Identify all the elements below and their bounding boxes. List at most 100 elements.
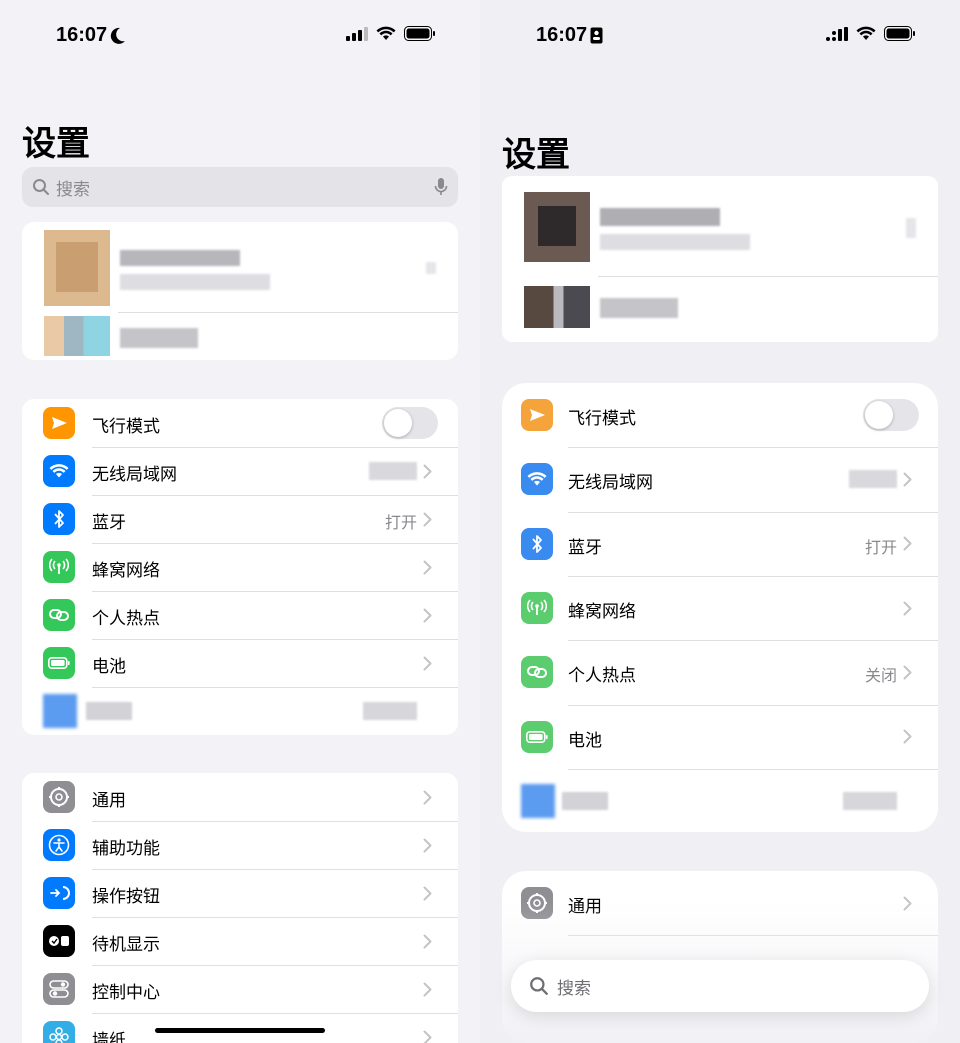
- account-card[interactable]: [22, 222, 458, 360]
- settings-row-label: 飞行模式: [568, 409, 636, 430]
- battery-icon: [43, 647, 75, 679]
- settings-row-battery[interactable]: 电池: [502, 705, 938, 769]
- status-time: 16:07: [536, 24, 588, 46]
- settings-row-cellular[interactable]: 蜂窝网络: [502, 576, 938, 640]
- chevron-right-icon: [423, 512, 437, 528]
- settings-row-bluetooth[interactable]: 蓝牙 打开: [502, 512, 938, 576]
- settings-row-cellular[interactable]: 蜂窝网络: [22, 543, 458, 591]
- chevron-right-icon: [423, 608, 437, 624]
- settings-old-ui: 16:07 设置 搜索 飞行模式 无线局域网 蓝牙 打开 蜂窝网络 个人热点 电池 通用 辅助…: [0, 0, 480, 1043]
- settings-row-control-center[interactable]: 控制中心: [22, 965, 458, 1013]
- settings-row-label: 蓝牙: [568, 537, 602, 558]
- family-label-redacted: [120, 328, 198, 348]
- chevron-right-icon: [423, 790, 437, 806]
- family-avatars[interactable]: [44, 316, 110, 356]
- badge-icon: [590, 27, 603, 44]
- moon-icon: [110, 27, 126, 44]
- wifi-icon: [521, 463, 553, 496]
- settings-row-label: 待机显示: [92, 935, 160, 955]
- status-bar: 16:07: [480, 22, 960, 50]
- settings-row-action-button[interactable]: 操作按钮: [22, 869, 458, 917]
- settings-row-redacted[interactable]: [502, 769, 938, 832]
- search-field[interactable]: 搜索: [22, 167, 458, 207]
- cellular-icon: [43, 551, 75, 583]
- account-card[interactable]: [502, 176, 938, 342]
- settings-row-redacted[interactable]: [22, 687, 458, 735]
- status-time: 16:07: [56, 24, 108, 46]
- settings-row-label: 无线局域网: [568, 473, 653, 494]
- separator: [118, 312, 458, 313]
- chevron-right-icon: [903, 536, 917, 552]
- settings-row-label: 蜂窝网络: [568, 602, 636, 623]
- settings-row-label: 墙纸: [92, 1031, 126, 1043]
- chevron-right-icon: [423, 656, 437, 672]
- accessibility-icon: [43, 829, 75, 861]
- redacted-icon: [521, 783, 555, 818]
- family-label-redacted: [600, 298, 678, 318]
- control-center-icon: [43, 973, 75, 1005]
- settings-row-label: 无线局域网: [92, 465, 177, 485]
- status-icons: [826, 26, 916, 41]
- chevron-right-icon: [423, 934, 437, 950]
- settings-row-hotspot[interactable]: 个人热点 关闭: [502, 640, 938, 704]
- chevron-right-icon: [903, 601, 917, 617]
- settings-row-value: 关闭: [864, 666, 897, 686]
- family-avatars[interactable]: [524, 286, 590, 328]
- chevron-right-icon: [423, 982, 437, 998]
- status-time-group: 16:07: [56, 24, 126, 47]
- wifi-network-redacted: [849, 470, 897, 489]
- airplane-icon: [43, 407, 75, 439]
- toggle-knob: [384, 409, 412, 437]
- settings-row-accessibility[interactable]: 辅助功能: [22, 821, 458, 869]
- wifi-status-icon: [376, 26, 396, 40]
- status-icons: [346, 26, 436, 41]
- status-time-group: 16:07: [536, 24, 603, 47]
- settings-row-airplane[interactable]: 飞行模式: [22, 399, 458, 447]
- search-placeholder: 搜索: [56, 179, 90, 200]
- bluetooth-icon: [521, 527, 553, 560]
- settings-row-battery[interactable]: 电池: [22, 639, 458, 687]
- settings-row-value: 打开: [384, 513, 417, 532]
- settings-row-label: 个人热点: [92, 609, 160, 629]
- hotspot-icon: [521, 656, 553, 689]
- search-icon: [33, 179, 49, 195]
- chevron-right-icon: [423, 560, 437, 576]
- settings-row-standby[interactable]: 待机显示: [22, 917, 458, 965]
- wallpaper-icon: [43, 1021, 75, 1043]
- settings-row-label: 电池: [568, 730, 602, 751]
- account-chevron-redacted: [426, 262, 436, 274]
- settings-row-label: 通用: [92, 791, 126, 811]
- cellular-icon: [521, 592, 553, 625]
- settings-row-label: 控制中心: [92, 983, 160, 1003]
- settings-row-gear[interactable]: 通用: [22, 773, 458, 821]
- action-button-icon: [43, 877, 75, 909]
- settings-row-label: 蜂窝网络: [92, 561, 160, 581]
- settings-row-label: 辅助功能: [92, 839, 160, 859]
- chevron-right-icon: [903, 665, 917, 681]
- redacted-value: [363, 702, 417, 720]
- general-group: 通用辅助功能操作按钮待机显示控制中心墙纸: [22, 773, 458, 1043]
- account-detail-redacted: [120, 274, 270, 290]
- signal-icon: [826, 26, 848, 41]
- airplane-mode-toggle[interactable]: [863, 399, 919, 432]
- settings-row-bluetooth[interactable]: 蓝牙 打开: [22, 495, 458, 543]
- redacted-label: [562, 791, 608, 810]
- chevron-right-icon: [423, 1030, 437, 1043]
- home-indicator: [155, 1028, 325, 1033]
- settings-row-hotspot[interactable]: 个人热点: [22, 591, 458, 639]
- battery-icon: [521, 720, 553, 753]
- microphone-icon[interactable]: [434, 177, 448, 197]
- floating-search-bar[interactable]: 搜索: [511, 960, 929, 1012]
- settings-row-value: 打开: [864, 537, 897, 557]
- redacted-icon: [43, 694, 77, 728]
- search-icon: [530, 977, 548, 995]
- wifi-network-redacted: [369, 462, 417, 480]
- status-bar: 16:07: [0, 22, 480, 50]
- airplane-mode-toggle[interactable]: [382, 407, 438, 439]
- settings-row-wifi[interactable]: 无线局域网: [22, 447, 458, 495]
- chevron-right-icon: [423, 886, 437, 902]
- settings-row-label: 个人热点: [568, 666, 636, 687]
- settings-row-airplane[interactable]: 飞行模式: [502, 383, 938, 447]
- toggle-knob: [865, 401, 893, 430]
- settings-row-wifi[interactable]: 无线局域网: [502, 447, 938, 511]
